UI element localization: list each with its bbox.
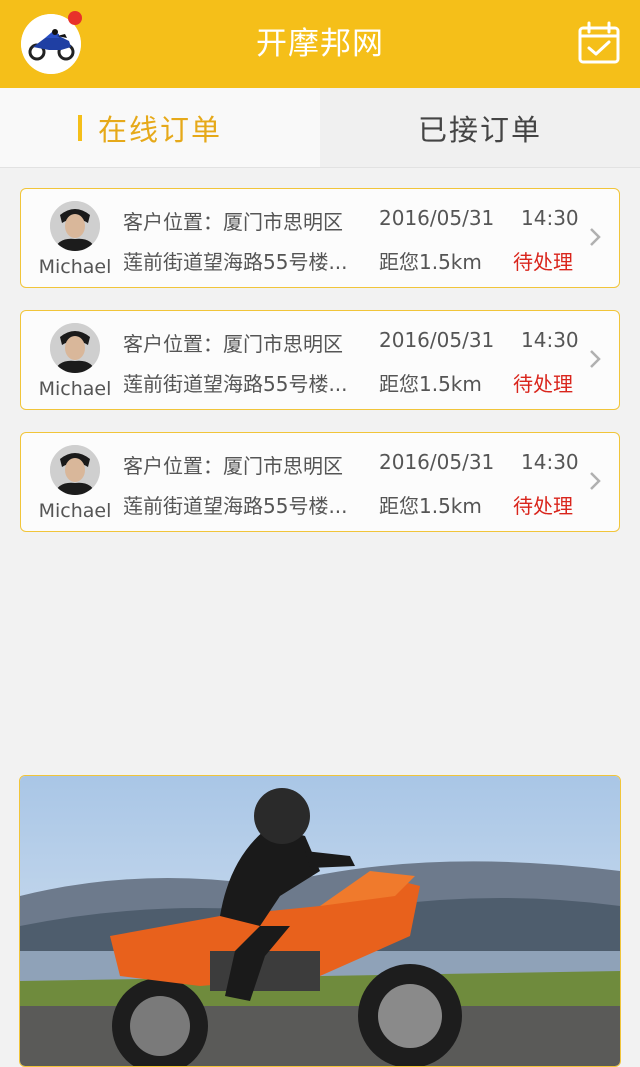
location-value: 厦门市思明区	[223, 332, 343, 356]
tab-label: 已接订单	[417, 112, 542, 147]
order-distance: 距您1.5km	[379, 372, 482, 396]
customer-avatar	[50, 201, 100, 251]
tab-accepted-orders[interactable]: 已接订单	[320, 88, 640, 167]
location-label: 客户位置：	[123, 454, 223, 478]
person-photo-icon	[50, 201, 100, 251]
customer-avatar	[50, 445, 100, 495]
calendar-button[interactable]	[576, 20, 622, 66]
motorcycle-rider-photo	[20, 776, 620, 1066]
order-date: 2016/05/31	[379, 206, 495, 230]
tab-label: 在线订单	[97, 112, 222, 147]
order-time: 14:30	[521, 450, 579, 474]
page-title: 开摩邦网	[256, 26, 384, 62]
app-header: 开摩邦网	[0, 0, 640, 88]
chevron-right-icon	[590, 472, 601, 490]
order-line-location: 客户位置：厦门市思明区	[123, 450, 343, 479]
order-card[interactable]: Michael 客户位置：厦门市思明区 2016/05/31 14:30 莲前街…	[20, 310, 620, 410]
promo-banner[interactable]	[19, 775, 621, 1067]
order-date: 2016/05/31	[379, 450, 495, 474]
customer-name: Michael	[38, 256, 112, 278]
customer-name: Michael	[38, 500, 112, 522]
address-text: 莲前街道望海路55号楼...	[123, 250, 348, 274]
order-card[interactable]: Michael 客户位置：厦门市思明区 2016/05/31 14:30 莲前街…	[20, 432, 620, 532]
order-line-location: 客户位置：厦门市思明区	[123, 206, 343, 235]
status-badge: 待处理	[513, 494, 573, 518]
chevron-right-icon	[590, 350, 601, 368]
chevron-right-icon	[590, 228, 601, 246]
person-photo-icon	[50, 323, 100, 373]
address-text: 莲前街道望海路55号楼...	[123, 494, 348, 518]
order-address: 莲前街道望海路55号楼...	[123, 246, 348, 275]
status-badge: 待处理	[513, 250, 573, 274]
order-list: Michael 客户位置：厦门市思明区 2016/05/31 14:30 莲前街…	[20, 188, 620, 554]
status-badge: 待处理	[513, 372, 573, 396]
location-value: 厦门市思明区	[223, 210, 343, 234]
location-label: 客户位置：	[123, 210, 223, 234]
location-label: 客户位置：	[123, 332, 223, 356]
order-line-location: 客户位置：厦门市思明区	[123, 328, 343, 357]
active-tab-marker	[78, 115, 82, 141]
order-address: 莲前街道望海路55号楼...	[123, 368, 348, 397]
order-distance: 距您1.5km	[379, 250, 482, 274]
person-photo-icon	[50, 445, 100, 495]
customer-name: Michael	[38, 378, 112, 400]
order-time: 14:30	[521, 206, 579, 230]
order-distance: 距您1.5km	[379, 494, 482, 518]
calendar-check-icon	[578, 21, 620, 64]
order-time: 14:30	[521, 328, 579, 352]
location-value: 厦门市思明区	[223, 454, 343, 478]
address-text: 莲前街道望海路55号楼...	[123, 372, 348, 396]
tab-online-orders[interactable]: 在线订单	[0, 88, 320, 167]
customer-avatar	[50, 323, 100, 373]
order-tabs: 在线订单 已接订单	[0, 88, 640, 168]
order-address: 莲前街道望海路55号楼...	[123, 490, 348, 519]
order-date: 2016/05/31	[379, 328, 495, 352]
order-card[interactable]: Michael 客户位置：厦门市思明区 2016/05/31 14:30 莲前街…	[20, 188, 620, 288]
